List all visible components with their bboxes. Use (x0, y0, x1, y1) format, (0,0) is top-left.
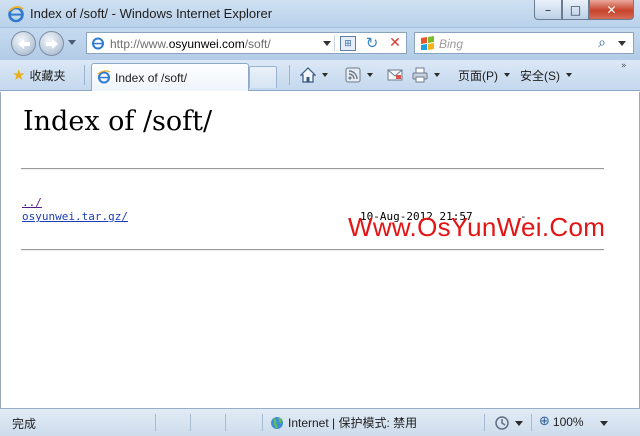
window-title: Index of /soft/ - Windows Internet Explo… (30, 6, 273, 21)
search-button[interactable]: ⌕ (593, 34, 611, 52)
watermark-text: Www.OsYunWei.Com (348, 212, 606, 242)
address-divider (334, 35, 335, 51)
favorites-label: 收藏夹 (29, 68, 66, 83)
address-dropdown[interactable] (323, 41, 331, 46)
favorites-star-icon: ★ (12, 66, 26, 84)
stop-button[interactable]: ✕ (386, 34, 404, 52)
status-bar: 完成 Internet | 保护模式: 禁用 ⊕ 100% (0, 408, 640, 436)
read-mail-button[interactable] (387, 66, 403, 84)
page-content: Index of /soft/ ../ osyunwei.tar.gz/ 10-… (0, 92, 640, 408)
navigation-bar: http://www.osyunwei.com/soft/ ⊞ ↻ ✕ Bing… (0, 28, 640, 60)
stop-icon: ✕ (389, 35, 401, 51)
command-divider (289, 65, 290, 85)
forward-button[interactable] (39, 31, 64, 56)
address-bar[interactable]: http://www.osyunwei.com/soft/ ⊞ ↻ ✕ (86, 32, 407, 54)
address-url[interactable]: http://www.osyunwei.com/soft/ (110, 37, 271, 51)
refresh-button[interactable]: ↻ (363, 34, 381, 52)
rss-feed-icon (345, 67, 361, 83)
home-icon (300, 67, 316, 83)
directory-listing: ../ osyunwei.tar.gz/ 10-Aug-2012 21:57 - (22, 196, 527, 224)
protected-mode-icon[interactable] (494, 415, 510, 431)
close-window-button[interactable]: ✕ (589, 0, 634, 20)
command-divider (84, 65, 85, 85)
home-dropdown-arrow-icon[interactable] (322, 73, 328, 77)
zoom-dropdown-arrow-icon[interactable] (600, 421, 608, 426)
zoom-button[interactable]: ⊕ 100% (539, 414, 584, 429)
tab-favicon-icon (97, 70, 111, 84)
minimize-icon: – (545, 2, 551, 17)
safety-menu-arrow-icon (566, 73, 572, 77)
minimize-button[interactable]: – (534, 0, 562, 20)
protected-mode-dropdown-arrow-icon[interactable] (515, 421, 523, 426)
home-button[interactable] (300, 66, 328, 84)
feeds-button[interactable] (345, 66, 373, 84)
search-input[interactable]: Bing (439, 37, 463, 51)
tab-index-of-soft[interactable]: Index of /soft/ (91, 63, 249, 91)
status-divider (262, 414, 263, 431)
new-tab-button[interactable] (249, 66, 277, 88)
back-arrow-icon (17, 38, 30, 49)
status-divider (225, 414, 226, 431)
print-button[interactable] (412, 66, 440, 84)
printer-icon (412, 67, 428, 83)
page-menu[interactable]: 页面(P) (458, 66, 510, 84)
page-menu-label: 页面(P) (458, 68, 498, 83)
status-text: 完成 (12, 417, 37, 431)
bing-logo-icon (421, 36, 434, 50)
address-host: osyunwei.com (168, 37, 245, 51)
mail-icon (387, 69, 403, 81)
maximize-button[interactable]: □ (562, 0, 589, 20)
status-divider (190, 414, 191, 431)
title-bar: Index of /soft/ - Windows Internet Explo… (0, 0, 640, 28)
magnifier-icon: ⌕ (598, 35, 606, 51)
security-zone-label: Internet | 保护模式: 禁用 (288, 416, 418, 430)
ie-logo-icon (8, 6, 24, 23)
horizontal-rule (21, 168, 604, 170)
tab-label: Index of /soft/ (115, 71, 188, 85)
compatibility-icon: ⊞ (344, 38, 352, 48)
globe-icon (271, 416, 283, 429)
zoom-level: 100% (552, 414, 584, 429)
search-options-dropdown[interactable] (618, 41, 626, 46)
status-divider (155, 414, 156, 431)
address-path: /soft/ (244, 37, 271, 51)
back-button[interactable] (11, 31, 36, 56)
parent-directory-link[interactable]: ../ (22, 196, 42, 209)
forward-arrow-icon (45, 38, 58, 49)
favorites-button[interactable]: ★ 收藏夹 (12, 64, 65, 86)
security-zone[interactable]: Internet | 保护模式: 禁用 (270, 414, 417, 431)
more-commands-chevron-icon[interactable]: » (621, 61, 627, 71)
status-divider (531, 414, 532, 431)
safety-menu[interactable]: 安全(S) (520, 66, 572, 84)
refresh-icon: ↻ (365, 34, 379, 52)
recent-pages-dropdown[interactable] (68, 40, 76, 45)
compatibility-view-button[interactable]: ⊞ (340, 36, 356, 51)
print-dropdown-arrow-icon[interactable] (434, 73, 440, 77)
file-link[interactable]: osyunwei.tar.gz/ (22, 210, 128, 223)
command-bar: ★ 收藏夹 Index of /soft/ 页面(P) 安全(S) » (0, 60, 640, 91)
list-item: ../ (22, 196, 128, 210)
safety-menu-label: 安全(S) (520, 68, 560, 83)
list-item: osyunwei.tar.gz/ 10-Aug-2012 21:57 - (22, 210, 527, 224)
close-icon: ✕ (606, 2, 617, 17)
zoom-magnifier-icon: ⊕ (539, 414, 550, 429)
horizontal-rule (21, 249, 604, 251)
page-heading: Index of /soft/ (23, 106, 213, 137)
feeds-dropdown-arrow-icon[interactable] (367, 73, 373, 77)
address-prefix: http://www. (110, 37, 169, 51)
search-box[interactable]: Bing ⌕ (414, 32, 634, 54)
page-favicon-icon (92, 37, 104, 50)
page-menu-arrow-icon (504, 73, 510, 77)
maximize-icon: □ (569, 2, 582, 17)
status-divider (484, 414, 485, 431)
